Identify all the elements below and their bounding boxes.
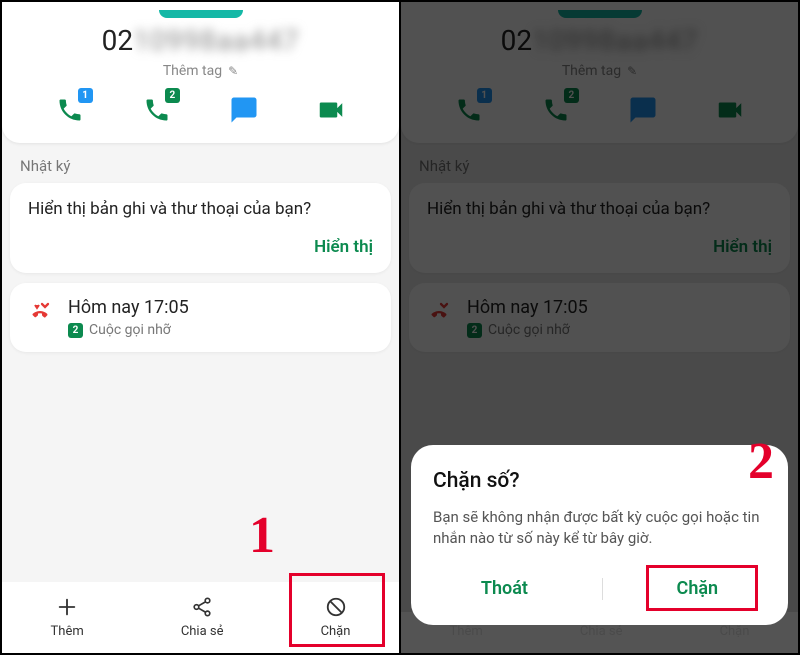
sim-badge-2: 2 bbox=[165, 88, 180, 103]
voicemail-prompt-card: Hiển thị bản ghi và thư thoại của bạn? H… bbox=[10, 183, 391, 273]
video-call-button[interactable] bbox=[314, 93, 348, 127]
contact-header: 0210998aa447 Thêm tag ✎ 1 2 bbox=[2, 2, 399, 143]
log-info: Hôm nay 17:05 2 Cuộc gọi nhỡ bbox=[68, 297, 189, 338]
dialog-title: Chặn số? bbox=[433, 469, 766, 493]
call-log-entry[interactable]: Hôm nay 17:05 2 Cuộc gọi nhỡ bbox=[10, 283, 391, 352]
dialog-body: Bạn sẽ không nhận được bất kỳ cuộc gọi h… bbox=[433, 507, 766, 551]
divider bbox=[602, 578, 603, 600]
dialog-confirm-button[interactable]: Chặn bbox=[655, 570, 741, 607]
log-time: Hôm nay 17:05 bbox=[68, 297, 189, 318]
sim-badge-1: 1 bbox=[78, 88, 93, 103]
quick-actions: 1 2 bbox=[2, 79, 399, 131]
log-subtitle: 2 Cuộc gọi nhỡ bbox=[68, 322, 189, 338]
annotation-number-1: 1 bbox=[249, 506, 275, 565]
screen-step-2: 0210998aa447 Thêm tag ✎ 1 2 Nhật ký Hiển bbox=[401, 2, 798, 653]
message-button[interactable] bbox=[227, 93, 261, 127]
tag-label: Thêm tag bbox=[163, 63, 222, 79]
block-button[interactable]: Chặn bbox=[321, 594, 351, 639]
dialog-actions: Thoát Chặn bbox=[433, 570, 766, 607]
show-button[interactable]: Hiển thị bbox=[28, 237, 373, 257]
bottom-toolbar: Thêm Chia sẻ Chặn bbox=[2, 582, 399, 653]
plus-icon bbox=[54, 594, 80, 620]
missed-call-icon bbox=[28, 299, 52, 327]
phone-number: 0210998aa447 bbox=[2, 24, 399, 57]
more-button[interactable]: Thêm bbox=[51, 594, 84, 639]
log-description: Cuộc gọi nhỡ bbox=[89, 322, 171, 338]
share-button[interactable]: Chia sẻ bbox=[181, 594, 224, 639]
add-tag-row[interactable]: Thêm tag ✎ bbox=[2, 63, 399, 79]
pencil-icon: ✎ bbox=[228, 64, 238, 78]
dialog-cancel-button[interactable]: Thoát bbox=[459, 570, 550, 607]
block-icon bbox=[323, 594, 349, 620]
block-confirm-dialog: Chặn số? Bạn sẽ không nhận được bất kỳ c… bbox=[411, 445, 788, 626]
log-section-label: Nhật ký bbox=[2, 143, 399, 183]
screen-step-1: 0210998aa447 Thêm tag ✎ 1 2 Nhật ký Hiển bbox=[2, 2, 399, 653]
call-sim2-button[interactable]: 2 bbox=[140, 93, 174, 127]
call-sim1-button[interactable]: 1 bbox=[53, 93, 87, 127]
share-icon bbox=[189, 594, 215, 620]
avatar bbox=[159, 10, 243, 18]
prompt-text: Hiển thị bản ghi và thư thoại của bạn? bbox=[28, 199, 373, 219]
log-sim-badge: 2 bbox=[68, 323, 83, 338]
